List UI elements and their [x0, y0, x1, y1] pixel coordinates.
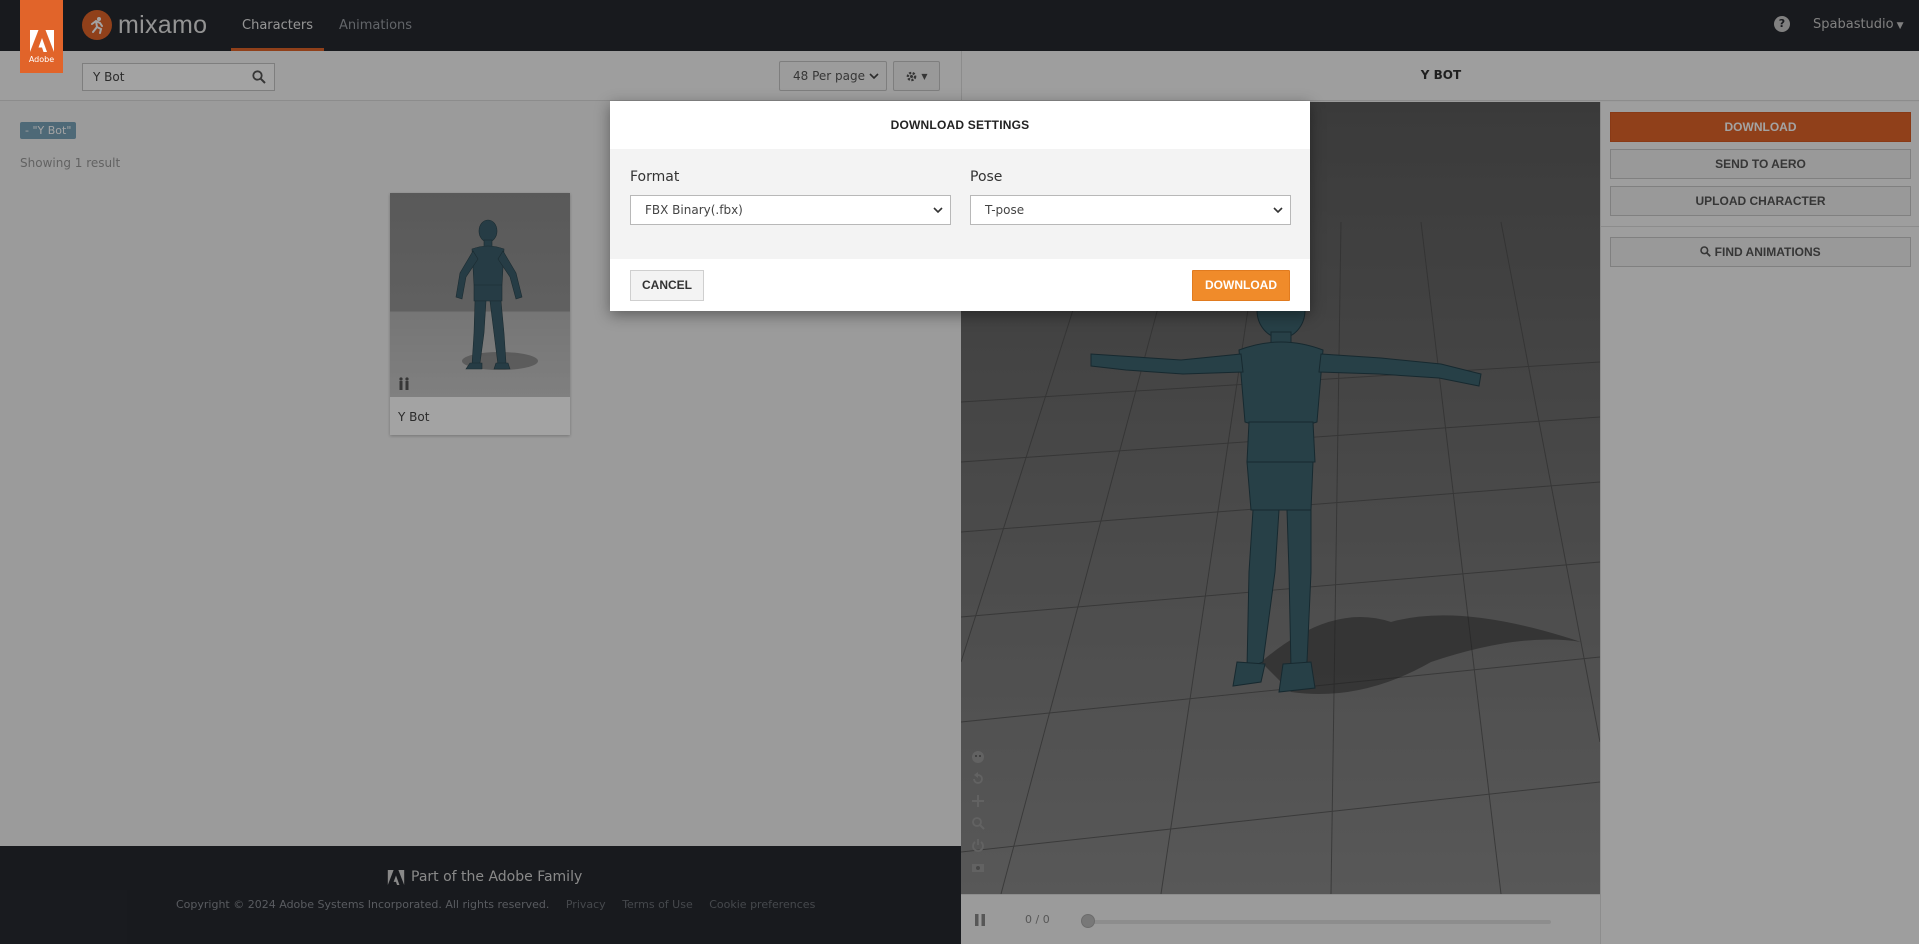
adobe-badge-text: Adobe — [28, 55, 55, 64]
dialog-title: DOWNLOAD SETTINGS — [890, 118, 1030, 132]
pose-select[interactable]: T-pose — [970, 195, 1291, 225]
chevron-down-icon — [1273, 207, 1283, 214]
cancel-button[interactable]: CANCEL — [630, 270, 704, 301]
format-label: Format — [630, 169, 680, 185]
chevron-down-icon — [933, 207, 943, 214]
download-settings-dialog: DOWNLOAD SETTINGS Format FBX Binary(.fbx… — [610, 101, 1310, 311]
format-select[interactable]: FBX Binary(.fbx) — [630, 195, 951, 225]
confirm-download-button[interactable]: DOWNLOAD — [1192, 270, 1290, 301]
adobe-icon — [29, 30, 54, 52]
format-value: FBX Binary(.fbx) — [645, 203, 743, 217]
pose-label: Pose — [970, 169, 1003, 185]
dialog-body: Format FBX Binary(.fbx) Pose T-pose — [610, 149, 1310, 259]
adobe-logo[interactable]: Adobe — [20, 0, 63, 73]
pose-value: T-pose — [985, 203, 1025, 217]
